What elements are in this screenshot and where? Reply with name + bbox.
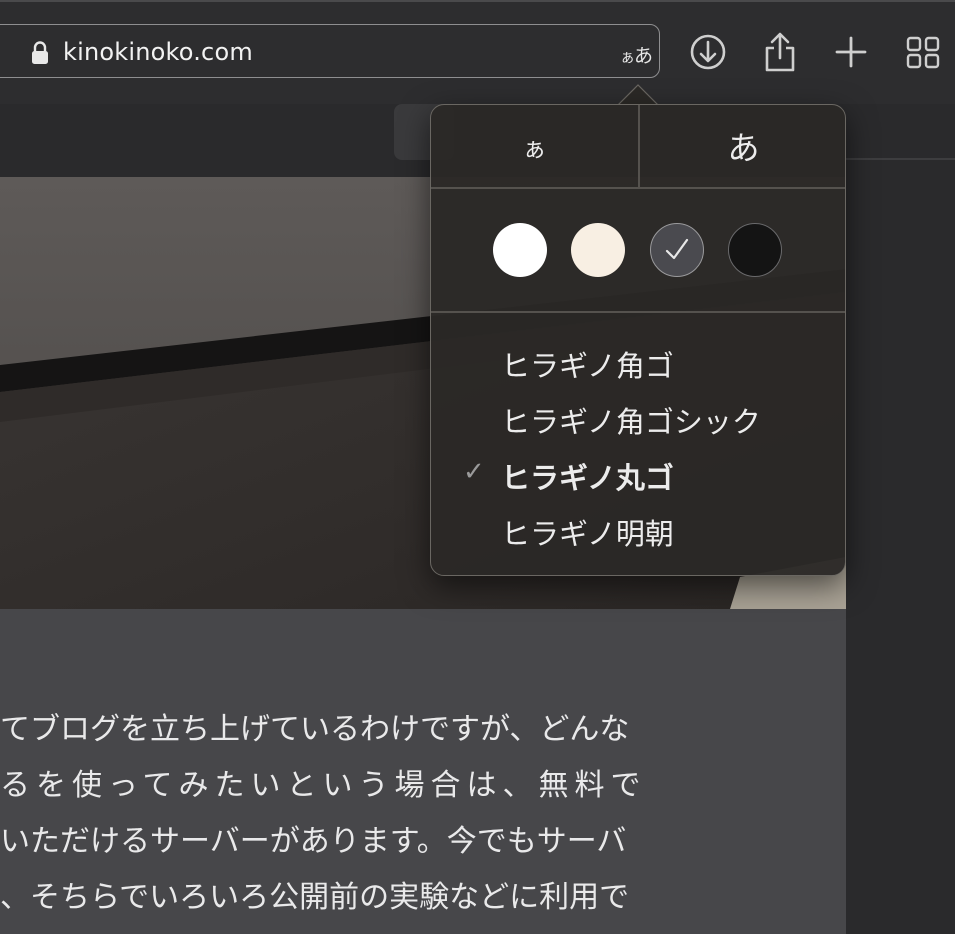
article-line-1: てブログを立ち上げているわけですが、どんな [0, 712, 630, 747]
right-margin [846, 160, 955, 934]
font-option-kakugothic[interactable]: ヒラギノ角ゴシック [501, 399, 761, 441]
separator-1 [431, 187, 845, 189]
checkmark-icon [665, 238, 689, 260]
theme-sepia-swatch[interactable] [571, 223, 625, 277]
tab-overview-icon[interactable] [904, 30, 944, 74]
url-text[interactable]: kinokinoko.com [63, 38, 253, 66]
text-size-large-glyph: あ [634, 45, 653, 67]
article-body: てブログを立ち上げているわけですが、どんな るを使ってみたいという場合は、無料で… [0, 609, 846, 934]
new-tab-icon[interactable] [831, 30, 871, 74]
increase-text-size-label: あ [727, 129, 760, 167]
font-option-kakugo[interactable]: ヒラギノ角ゴ [501, 343, 674, 385]
article-line-4: 、そちらでいろいろ公開前の実験などに利用で [0, 880, 630, 915]
selected-checkmark-icon: ✓ [463, 457, 485, 487]
separator-2 [431, 311, 845, 313]
lock-icon [32, 41, 48, 64]
theme-gray-swatch[interactable] [650, 223, 704, 277]
reader-appearance-popover: ぁ あ ヒラギノ角ゴ ヒラギノ角ゴシック ✓ ヒラギノ丸ゴ ヒラギノ明朝 [430, 104, 846, 576]
increase-text-size-button[interactable]: あ [640, 105, 845, 187]
download-icon[interactable] [688, 30, 728, 74]
theme-white-swatch[interactable] [493, 223, 547, 277]
font-option-mincho[interactable]: ヒラギノ明朝 [501, 511, 674, 553]
theme-black-swatch[interactable] [728, 223, 782, 277]
font-option-marugo[interactable]: ヒラギノ丸ゴ [501, 455, 674, 497]
popover-arrow [618, 84, 658, 106]
text-size-button[interactable]: ぁあ [620, 41, 653, 68]
toolbar-top-border [0, 0, 955, 2]
decrease-text-size-label: ぁ [522, 134, 547, 163]
share-icon[interactable] [760, 30, 800, 74]
browser-toolbar: kinokinoko.com ぁあ [0, 0, 955, 104]
article-line-2: るを使ってみたいという場合は、無料で [0, 768, 647, 803]
text-size-row: ぁ あ [431, 105, 845, 187]
decrease-text-size-button[interactable]: ぁ [431, 105, 638, 187]
text-size-small-glyph: ぁ [620, 48, 635, 66]
article-line-3: いただけるサーバーがあります。今でもサーバ [0, 824, 627, 859]
